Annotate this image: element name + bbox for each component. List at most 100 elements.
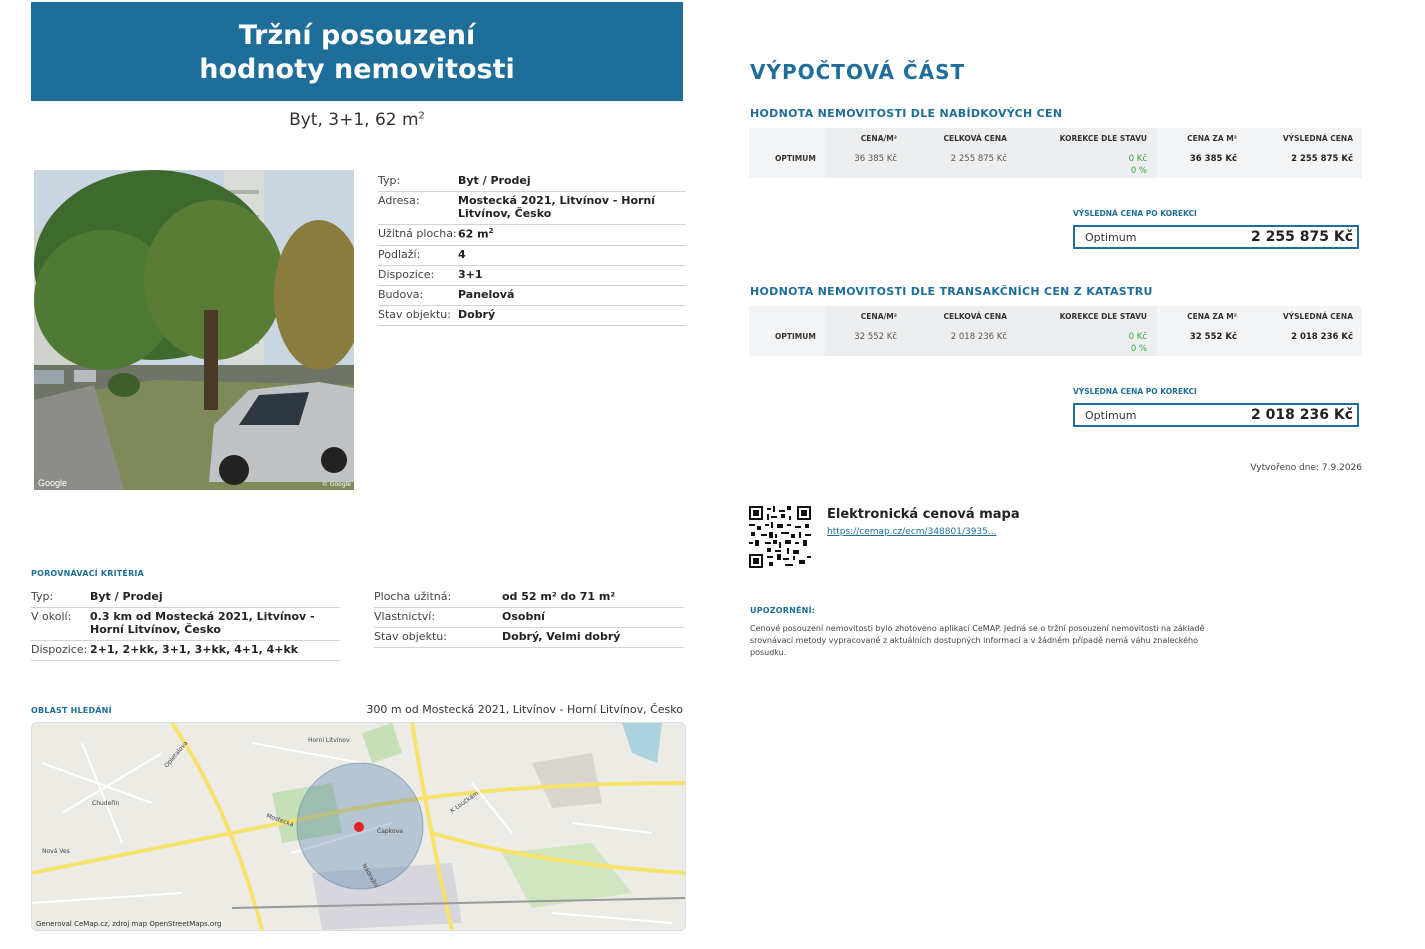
- criteria-value: Dobrý, Velmi dobrý: [502, 630, 621, 643]
- th-cena-m2: CENA/M²: [860, 134, 897, 143]
- th-vysledna: VÝSLEDNÁ CENA: [1282, 134, 1353, 143]
- property-photo: Google © Google: [34, 170, 354, 490]
- result-name: Optimum: [1085, 230, 1137, 244]
- ecm-title: Elektronická cenová mapa: [827, 507, 1020, 522]
- created-date: Vytvořeno dne: 7.9.2026: [1250, 463, 1362, 473]
- detail-value: 62 m2: [458, 227, 493, 241]
- area-address: 300 m od Mostecká 2021, Litvínov - Horní…: [366, 703, 683, 716]
- result-label-offer: VÝSLEDNÁ CENA PO KOREKCI: [1073, 209, 1197, 218]
- offer-price-table: CENA/M² CELKOVÁ CENA KOREKCE DLE STAVU C…: [749, 128, 1362, 178]
- detail-row-layout: Dispozice: 3+1: [378, 266, 686, 286]
- report-title-line1: Tržní posouzení: [238, 20, 476, 51]
- property-details: Typ: Byt / Prodej Adresa: Mostecká 2021, L…: [378, 172, 686, 326]
- th-korekce: KOREKCE DLE STAVU: [1059, 312, 1147, 321]
- photo-copyright: © Google: [321, 481, 351, 488]
- detail-value: Mostecká 2021, Litvínov - Horní Litvínov…: [458, 194, 656, 220]
- table-label-bg: [749, 306, 825, 356]
- th-korekce: KOREKCE DLE STAVU: [1059, 134, 1147, 143]
- criteria-row: Stav objektu: Dobrý, Velmi dobrý: [374, 628, 684, 648]
- criteria-title: POROVNÁVACÍ KRITÉRIA: [31, 569, 145, 578]
- detail-row-type: Typ: Byt / Prodej: [378, 172, 686, 192]
- map-label: Nová Ves: [42, 848, 70, 855]
- criteria-row: Typ: Byt / Prodej: [31, 588, 340, 608]
- cadastre-price-table: CENA/M² CELKOVÁ CENA KOREKCE DLE STAVU C…: [749, 306, 1362, 356]
- warning-title: UPOZORNĚNÍ:: [750, 606, 816, 615]
- criteria-value: od 52 m² do 71 m²: [502, 590, 616, 603]
- report-title-line2: hodnoty nemovitosti: [199, 54, 515, 85]
- row-label-optimum: OPTIMUM: [775, 154, 816, 163]
- detail-value: 3+1: [458, 267, 483, 281]
- detail-row-building: Budova: Panelová: [378, 286, 686, 306]
- table-label-bg: [749, 128, 825, 178]
- result-price: 2 018 236 Kč: [1251, 407, 1353, 423]
- calc-title: VÝPOČTOVÁ ČÁST: [750, 60, 966, 84]
- th-vysledna: VÝSLEDNÁ CENA: [1282, 312, 1353, 321]
- report-header: Tržní posouzení hodnoty nemovitosti: [31, 2, 683, 101]
- criteria-value: Osobní: [502, 610, 545, 623]
- area-title: OBLAST HLEDÁNÍ: [31, 706, 112, 715]
- result-name: Optimum: [1085, 408, 1137, 422]
- result-box-offer: Optimum 2 255 875 Kč: [1073, 225, 1359, 249]
- photo-watermark: Google: [38, 478, 68, 488]
- map-label: Chudeřín: [92, 800, 119, 807]
- search-area-map[interactable]: Horní Litvínov Mostecká Nádražní Čapkova…: [31, 722, 686, 931]
- detail-value-sup: 2: [488, 227, 494, 235]
- property-subtitle: Byt, 3+1, 62 m2: [31, 110, 683, 130]
- criteria-value: 0.3 km od Mostecká 2021, Litvínov - Horn…: [90, 610, 315, 636]
- cell-celkova: 2 255 875 Kč: [950, 154, 1007, 164]
- detail-key: Dispozice:: [378, 267, 435, 281]
- section-offer-title: HODNOTA NEMOVITOSTI DLE NABÍDKOVÝCH CEN: [750, 107, 1063, 120]
- cell-cena-m2: 32 552 Kč: [854, 332, 897, 342]
- cell-korekce-kc: 0 Kč: [1128, 332, 1147, 342]
- map-label: Horní Litvínov: [308, 737, 350, 744]
- result-price: 2 255 875 Kč: [1251, 229, 1353, 245]
- criteria-row: V okolí: 0.3 km od Mostecká 2021, Litvíno…: [31, 608, 340, 641]
- th-celkova: CELKOVÁ CENA: [943, 312, 1007, 321]
- detail-row-floor: Podlaží: 4: [378, 246, 686, 266]
- criteria-right: Plocha užitná: od 52 m² do 71 m² Vlastnic…: [374, 588, 684, 648]
- cell-celkova: 2 018 236 Kč: [950, 332, 1007, 342]
- criteria-row: Vlastnictví: Osobní: [374, 608, 684, 628]
- criteria-key: V okolí:: [31, 610, 72, 623]
- detail-row-area: Užitná plocha: 62 m2: [378, 225, 686, 246]
- map-label: Čapkova: [377, 828, 403, 835]
- criteria-key: Typ:: [31, 590, 54, 603]
- criteria-row: Dispozice: 2+1, 2+kk, 3+1, 3+kk, 4+1, 4+k…: [31, 641, 340, 661]
- cell-korekce-pct: 0 %: [1130, 344, 1147, 354]
- cell-cena-za-m2: 32 552 Kč: [1189, 332, 1237, 342]
- criteria-key: Dispozice:: [31, 643, 88, 656]
- criteria-row: Plocha užitná: od 52 m² do 71 m²: [374, 588, 684, 608]
- detail-value: Dobrý: [458, 307, 496, 321]
- criteria-left: Typ: Byt / Prodej V okolí: 0.3 km od Moste…: [31, 588, 340, 661]
- th-cena-za-m2: CENA ZA M²: [1187, 312, 1237, 321]
- ecm-link[interactable]: https://cemap.cz/ecm/348801/3935...: [827, 527, 996, 537]
- detail-key: Užitná plocha:: [378, 227, 457, 240]
- subtitle-sup: 2: [418, 110, 425, 122]
- detail-row-address: Adresa: Mostecká 2021, Litvínov - Horní L…: [378, 192, 686, 225]
- section-cadastre-title: HODNOTA NEMOVITOSTI DLE TRANSAKČNÍCH CEN…: [750, 285, 1153, 298]
- row-label-optimum: OPTIMUM: [775, 332, 816, 341]
- map-credit: Generoval CeMap.cz, zdroj map OpenStreet…: [36, 920, 222, 928]
- detail-row-condition: Stav objektu: Dobrý: [378, 306, 686, 326]
- criteria-key: Vlastnictví:: [374, 610, 436, 623]
- cell-korekce-pct: 0 %: [1130, 166, 1147, 176]
- detail-key: Budova:: [378, 287, 424, 301]
- detail-value: Byt / Prodej: [458, 174, 531, 187]
- subtitle-text: Byt, 3+1, 62 m: [289, 110, 419, 130]
- warning-text: Cenové posouzení nemovitosti bylo zhotov…: [750, 624, 1205, 657]
- qr-code[interactable]: [749, 506, 811, 568]
- th-cena-za-m2: CENA ZA M²: [1187, 134, 1237, 143]
- detail-value: 4: [458, 247, 466, 261]
- criteria-key: Plocha užitná:: [374, 590, 452, 603]
- result-label-cadastre: VÝSLEDNÁ CENA PO KOREKCI: [1073, 387, 1197, 396]
- cell-cena-za-m2: 36 385 Kč: [1189, 154, 1237, 164]
- cell-cena-m2: 36 385 Kč: [854, 154, 897, 164]
- th-celkova: CELKOVÁ CENA: [943, 134, 1007, 143]
- criteria-value: 2+1, 2+kk, 3+1, 3+kk, 4+1, 4+kk: [90, 643, 299, 656]
- detail-value-text: 62 m: [458, 227, 489, 241]
- cell-korekce-kc: 0 Kč: [1128, 154, 1147, 164]
- detail-key: Stav objektu:: [378, 307, 451, 321]
- detail-value: Panelová: [458, 287, 515, 301]
- detail-key: Podlaží:: [378, 247, 421, 261]
- detail-key: Adresa:: [378, 194, 420, 207]
